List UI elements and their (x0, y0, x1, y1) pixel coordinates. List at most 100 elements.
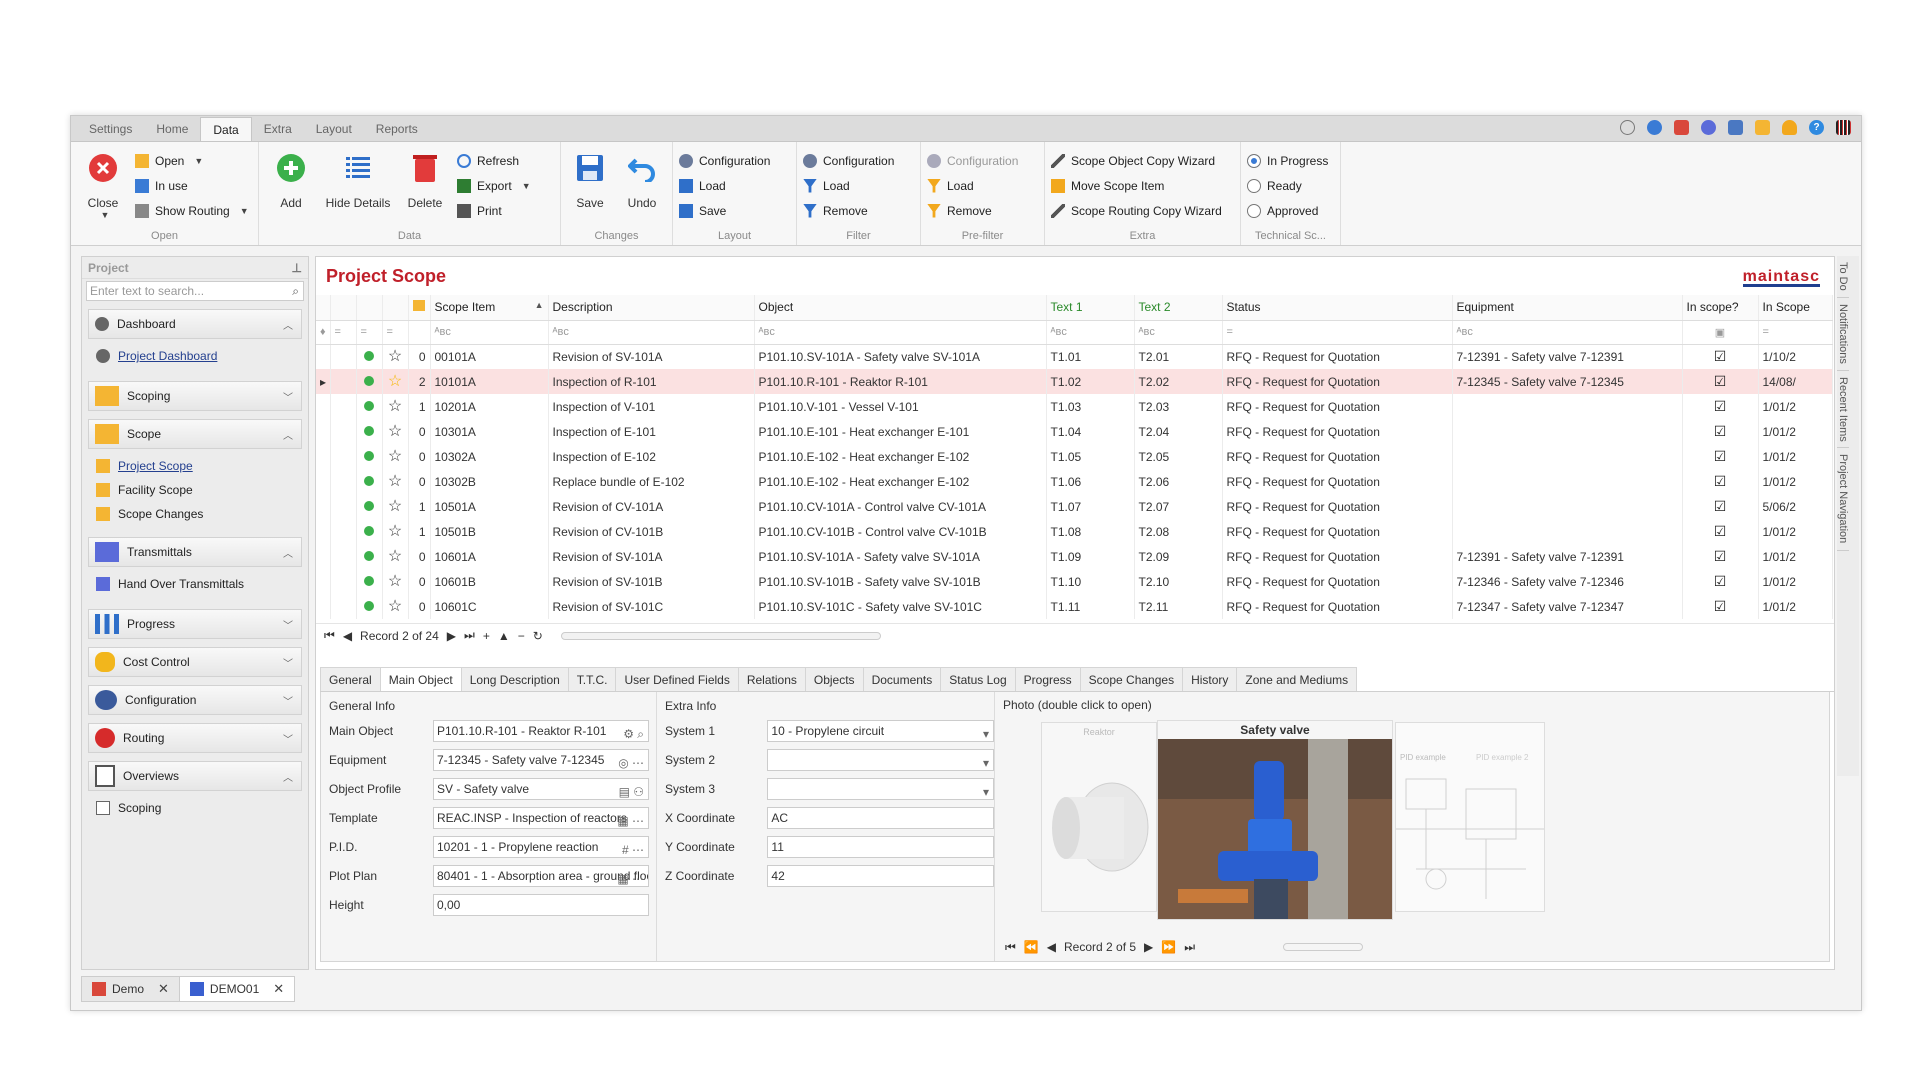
close-button[interactable]: Close ▼ (77, 146, 129, 224)
tab-history[interactable]: History (1182, 667, 1238, 691)
sidebar-item-project-dashboard[interactable]: Project Dashboard (96, 349, 308, 363)
bell-icon[interactable] (1782, 120, 1797, 135)
network-icon[interactable] (1701, 120, 1716, 135)
add-record-button[interactable]: + (483, 629, 490, 643)
favorite-star[interactable]: ☆ (382, 569, 409, 594)
in-progress-radio[interactable]: In Progress (1247, 150, 1328, 171)
next-record-button[interactable]: ▶ (447, 629, 456, 643)
print-button[interactable]: Print (457, 200, 531, 221)
in-scope-checkbox[interactable]: ☑ (1682, 594, 1759, 619)
document-tab-demo[interactable]: Demo ✕ (81, 976, 180, 1002)
tab-reports[interactable]: Reports (364, 117, 430, 141)
favorite-star[interactable]: ☆ (382, 394, 409, 419)
photo-thumb-pid[interactable]: PID example PID example 2 (1395, 722, 1545, 912)
sidebar-item-scoping[interactable]: Scoping (96, 801, 308, 815)
column-header-text2[interactable]: Text 2 (1134, 295, 1223, 321)
in-scope-checkbox[interactable]: ☑ (1682, 569, 1759, 594)
layout-load-button[interactable]: Load (679, 175, 770, 196)
refresh-button[interactable]: Refresh (457, 150, 531, 171)
in-scope-checkbox[interactable]: ☑ (1682, 444, 1759, 469)
favorite-star[interactable]: ☆ (382, 369, 409, 394)
sidebar-item-scope-changes[interactable]: Scope Changes (96, 507, 308, 521)
filter-cell[interactable]: ᴬʙc (1046, 320, 1135, 345)
filter-load-button[interactable]: Load (803, 175, 894, 196)
show-routing-button[interactable]: Show Routing ▼ (135, 200, 249, 221)
panel-tab-notifications[interactable]: Notifications (1837, 298, 1849, 371)
undo-button[interactable]: Undo (619, 146, 665, 224)
column-header-text1[interactable]: Text 1 (1046, 295, 1135, 321)
tab-main-object[interactable]: Main Object (379, 667, 462, 691)
filter-cell[interactable]: = (356, 320, 383, 345)
sidebar-group-routing[interactable]: Routing ﹀ (88, 723, 302, 753)
column-header-equipment[interactable]: Equipment (1452, 295, 1683, 321)
prefilter-load-button[interactable]: Load (927, 175, 1018, 196)
field-input[interactable]: ▾ (767, 748, 994, 771)
package-icon[interactable] (1674, 120, 1689, 135)
chevron-down-icon[interactable]: ▾ (983, 782, 989, 799)
more-icon[interactable]: ▦ ⋯ (617, 811, 644, 828)
tab-t-t-c[interactable]: T.T.C. (567, 667, 617, 691)
up-button[interactable]: ▲ (498, 629, 510, 643)
refresh-icon[interactable]: ↻ (533, 629, 543, 643)
tab-layout[interactable]: Layout (304, 117, 364, 141)
sidebar-item-facility-scope[interactable]: Facility Scope (96, 483, 308, 497)
last-photo-button[interactable]: ⏭ (1184, 940, 1195, 955)
approved-radio[interactable]: Approved (1247, 200, 1328, 221)
layout-configuration-button[interactable]: Configuration (679, 150, 770, 171)
filter-cell[interactable]: ᴬʙc (1452, 320, 1683, 345)
table-row[interactable]: ☆ 1 10501A Revision of CV-101A P101.10.CV-10… (316, 494, 1833, 519)
tab-long-description[interactable]: Long Description (460, 667, 569, 691)
favorite-star[interactable]: ☆ (382, 519, 409, 544)
filter-cell[interactable]: = (1222, 320, 1453, 345)
export-button[interactable]: Export ▼ (457, 175, 531, 196)
tab-settings[interactable]: Settings (77, 117, 144, 141)
sidebar-group-scoping[interactable]: Scoping ﹀ (88, 381, 302, 411)
table-row[interactable]: ☆ 0 00101A Revision of SV-101A P101.10.SV-10… (316, 344, 1833, 369)
favorite-star[interactable]: ☆ (382, 544, 409, 569)
sidebar-group-progress[interactable]: Progress ﹀ (88, 609, 302, 639)
globe-icon[interactable] (1647, 120, 1662, 135)
table-row[interactable]: ☆ 0 10301A Inspection of E-101 P101.10.E-101… (316, 419, 1833, 444)
field-input[interactable]: SV - Safety valve ▤ ⚇ (433, 777, 649, 800)
table-row[interactable]: ☆ 0 10601C Revision of SV-101C P101.10.SV-10… (316, 594, 1833, 619)
panel-tab-project-navigation[interactable]: Project Navigation (1837, 448, 1849, 551)
tab-general[interactable]: General (320, 667, 381, 691)
in-scope-checkbox[interactable]: ☑ (1682, 544, 1759, 569)
grid-header-folder[interactable] (408, 295, 431, 321)
filter-cell[interactable]: = (330, 320, 357, 345)
tab-progress[interactable]: Progress (1014, 667, 1081, 691)
tab-documents[interactable]: Documents (862, 667, 942, 691)
prev-photo-button[interactable]: ◀ (1047, 940, 1056, 954)
in-scope-checkbox[interactable]: ☑ (1682, 344, 1759, 369)
field-input[interactable]: 42 (767, 864, 994, 887)
save-button[interactable]: Save (567, 146, 613, 224)
field-input[interactable]: 0,00 (433, 893, 649, 916)
column-header-description[interactable]: Description (548, 295, 755, 321)
field-input[interactable]: 7-12345 - Safety valve 7-12345 ◎ ⋯ (433, 748, 649, 771)
tab-zone-and-mediums[interactable]: Zone and Mediums (1236, 667, 1358, 691)
field-input[interactable]: AC (767, 806, 994, 829)
open-button[interactable]: Open ▼ (135, 150, 249, 171)
in-scope-checkbox[interactable]: ☑ (1682, 419, 1759, 444)
filter-cell[interactable]: ▣ (1682, 320, 1759, 345)
field-input[interactable]: 80401 - 1 - Absorption area - ground flo… (433, 864, 649, 887)
add-button[interactable]: Add (265, 146, 317, 224)
close-icon[interactable]: ✕ (273, 981, 284, 997)
next-page-button[interactable]: ⏩ (1161, 940, 1176, 954)
grid-icon[interactable]: # ⋯ (622, 840, 644, 857)
last-record-button[interactable]: ⏭ (464, 628, 475, 643)
network-icon[interactable]: ▤ ⚇ (619, 782, 644, 799)
prefilter-remove-button[interactable]: Remove (927, 200, 1018, 221)
search-icon[interactable]: ⚙ ⌕ (623, 724, 644, 741)
first-record-button[interactable]: ⏮ (324, 628, 335, 643)
in-scope-checkbox[interactable]: ☑ (1682, 519, 1759, 544)
filter-cell[interactable]: ᴬʙc (548, 320, 755, 345)
chevron-down-icon[interactable]: ▾ (983, 724, 989, 741)
field-input[interactable]: 10 - Propylene circuit ▾ (767, 719, 994, 742)
tab-objects[interactable]: Objects (804, 667, 864, 691)
filter-cell[interactable] (408, 320, 431, 345)
grid-icon[interactable]: ▦ ⋯ (617, 869, 644, 886)
field-input[interactable]: ▾ (767, 777, 994, 800)
chevron-down-icon[interactable]: ▾ (983, 753, 989, 770)
field-input[interactable]: P101.10.R-101 - Reaktor R-101 ⚙ ⌕ (433, 719, 649, 742)
